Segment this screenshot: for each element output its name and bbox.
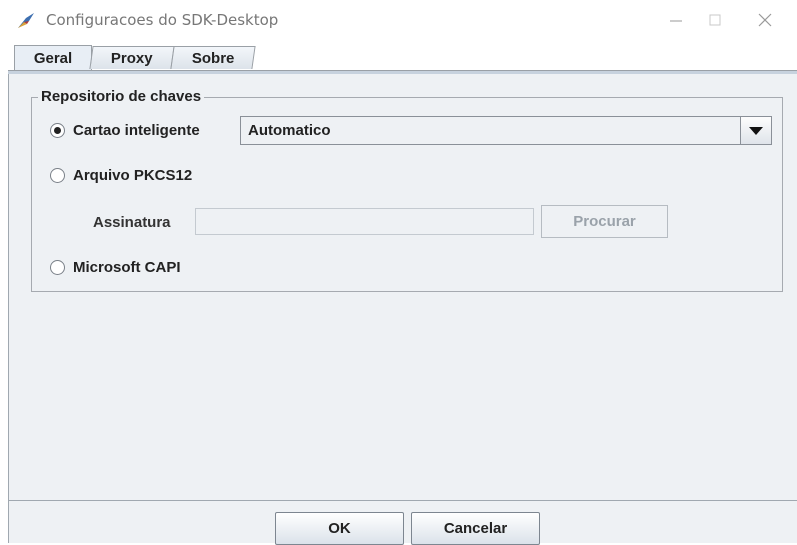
- maximize-button[interactable]: [692, 6, 738, 36]
- signature-input[interactable]: [195, 208, 534, 235]
- radio-pkcs12-label: Arquivo PKCS12: [73, 167, 193, 184]
- tab-label: Sobre: [191, 49, 235, 67]
- close-button[interactable]: [742, 6, 788, 36]
- tab-geral[interactable]: Geral: [14, 45, 92, 71]
- smartcard-combo[interactable]: Automatico: [240, 116, 772, 145]
- radio-selected-dot: [54, 127, 61, 134]
- tab-proxy[interactable]: Proxy: [89, 46, 175, 69]
- tab-sobre[interactable]: Sobre: [170, 46, 256, 69]
- browse-button[interactable]: Procurar: [541, 205, 668, 238]
- cancel-button[interactable]: Cancelar: [411, 512, 540, 545]
- radio-capi[interactable]: Microsoft CAPI: [50, 259, 181, 276]
- radio-button-icon[interactable]: [50, 260, 65, 275]
- radio-smartcard-label: Cartao inteligente: [73, 122, 200, 139]
- maximize-icon: [709, 14, 721, 26]
- close-icon: [758, 13, 772, 27]
- combo-selected-value: Automatico: [248, 122, 331, 139]
- radio-smartcard[interactable]: Cartao inteligente: [50, 122, 200, 139]
- radio-button-icon[interactable]: [50, 123, 65, 138]
- radio-button-icon[interactable]: [50, 168, 65, 183]
- feather-tool-icon: [18, 13, 34, 28]
- keystore-legend: Repositorio de chaves: [38, 88, 205, 105]
- tab-label: Proxy: [111, 49, 153, 67]
- tab-label: Geral: [33, 50, 73, 67]
- radio-pkcs12[interactable]: Arquivo PKCS12: [50, 167, 192, 184]
- dropdown-arrow-icon: [749, 126, 763, 135]
- combo-arrow-button[interactable]: [740, 117, 771, 144]
- window-title: Configuracoes do SDK-Desktop: [46, 11, 279, 29]
- signature-label: Assinatura: [93, 214, 171, 231]
- ok-button[interactable]: OK: [275, 512, 404, 545]
- title-bar: Configuracoes do SDK-Desktop: [0, 0, 797, 40]
- radio-capi-label: Microsoft CAPI: [73, 259, 181, 276]
